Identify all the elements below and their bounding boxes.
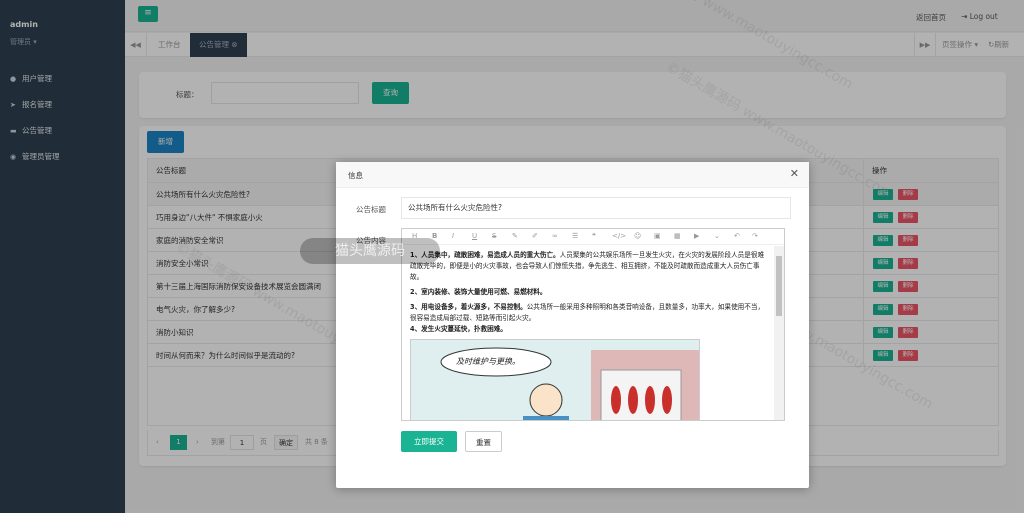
reset-button[interactable]: 重置: [465, 431, 502, 452]
underline-icon[interactable]: U: [472, 232, 477, 240]
cartoon-illustration: [411, 340, 699, 420]
editor-scrollbar[interactable]: [774, 246, 784, 420]
close-icon[interactable]: ✕: [790, 167, 799, 180]
content-bold: 2、室内装修、装饰大量使用可燃、易燃材料。: [410, 288, 547, 296]
center-watermark: 猫头鹰源码: [300, 238, 440, 264]
notice-title-input[interactable]: 公共场所有什么火灾危险性?: [401, 197, 791, 219]
brush-icon[interactable]: ✐: [532, 232, 538, 240]
undo-icon[interactable]: ↶: [734, 232, 740, 240]
content-paragraph-1: 1、人员集中，疏散困难，易造成人员的重大伤亡。人员聚集的公共娱乐场所一旦发生火灾…: [410, 250, 766, 283]
link-icon[interactable]: ∞: [552, 232, 558, 240]
content-bold: 4、发生火灾蔓延快，扑救困难。: [410, 325, 507, 333]
emoji-icon[interactable]: ☺: [634, 232, 641, 240]
field-title-label: 公告标题: [356, 205, 386, 214]
editor-toolbar: H B I U S ✎ ✐ ∞ ☰ ❝ </> ☺ ▣ ▦ ▶ ⌄ ↶ ↷: [402, 229, 784, 245]
code-icon[interactable]: </>: [612, 232, 626, 240]
scrollbar-thumb[interactable]: [776, 256, 782, 316]
content-cartoon-image: 及时维护与更换。: [410, 339, 700, 420]
content-paragraph-3: 3、用电设备多，着火源多，不易控制。公共场所一般采用多种照明和各类音响设备，且数…: [410, 302, 766, 324]
editor-content[interactable]: 1、人员集中，疏散困难，易造成人员的重大伤亡。人员聚集的公共娱乐场所一旦发生火灾…: [402, 246, 774, 420]
content-paragraph-2: 2、室内装修、装饰大量使用可燃、易燃材料。: [410, 287, 766, 298]
rich-text-editor[interactable]: H B I U S ✎ ✐ ∞ ☰ ❝ </> ☺ ▣ ▦ ▶ ⌄ ↶ ↷ 1、…: [401, 228, 785, 421]
italic-icon[interactable]: I: [452, 232, 454, 240]
strikethrough-icon[interactable]: S: [492, 232, 496, 240]
dialog-header: 信息 ✕: [336, 162, 809, 188]
image-icon[interactable]: ▣: [654, 232, 661, 240]
cartoon-caption: 及时维护与更换。: [456, 357, 520, 366]
quote-icon[interactable]: ❝: [592, 232, 596, 240]
pen-icon[interactable]: ✎: [512, 232, 518, 240]
submit-button[interactable]: 立即提交: [401, 431, 457, 452]
dialog-title: 信息: [348, 171, 363, 180]
redo-icon[interactable]: ↷: [752, 232, 758, 240]
content-bold: 3、用电设备多，着火源多，不易控制。: [410, 303, 527, 311]
list-icon[interactable]: ☰: [572, 232, 578, 240]
table-icon[interactable]: ▦: [674, 232, 681, 240]
content-paragraph-4: 4、发生火灾蔓延快，扑救困难。: [410, 324, 766, 335]
more-icon[interactable]: ⌄: [714, 232, 720, 240]
video-icon[interactable]: ▶: [694, 232, 699, 240]
